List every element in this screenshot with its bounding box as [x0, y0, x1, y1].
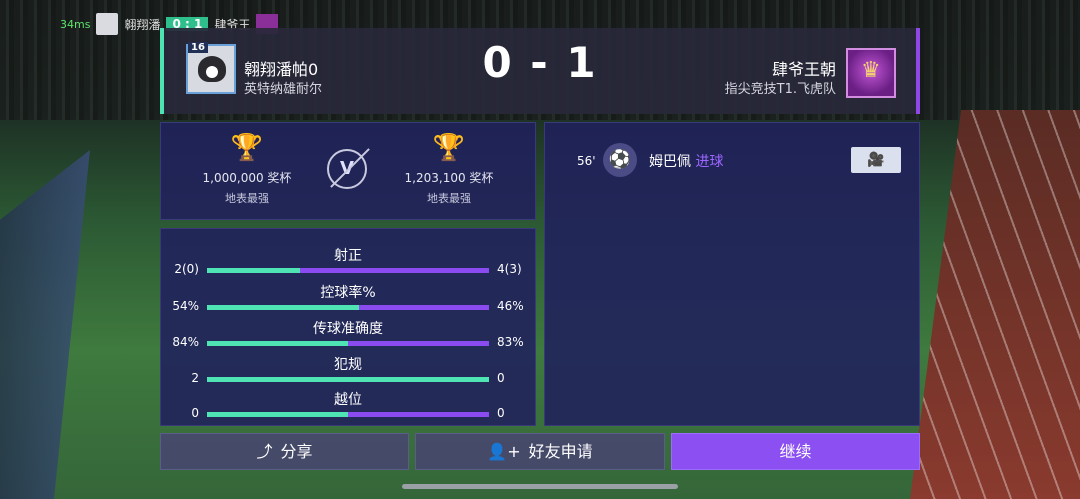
mini-avatar — [96, 13, 119, 35]
away-club-name: 指尖竞技T1.飞虎队 — [724, 82, 836, 97]
add-friend-icon: 👤+ — [487, 442, 521, 461]
stat-bar — [207, 341, 489, 346]
trophy-icon: 🏆 — [432, 133, 466, 163]
stat-bar — [207, 268, 489, 273]
stat-bar-home-fill — [207, 268, 301, 273]
friend-request-button[interactable]: 👤+ 好友申请 — [415, 433, 665, 470]
stat-away-value: 4(3) — [497, 262, 522, 276]
home-trophy: 🏆 1,000,000 奖杯 地表最强 — [167, 133, 327, 206]
stat-home-value: 2(0) — [174, 262, 199, 276]
stat-row-shots-on-target: 射正 2(0) 4(3) — [161, 245, 535, 281]
event-description: 姆巴佩 进球 — [649, 151, 723, 171]
event-minute: 56' — [577, 154, 596, 168]
match-events-panel: 56' ⚽ 姆巴佩 进球 🎥 — [544, 122, 920, 426]
stat-home-value: 84% — [172, 335, 199, 349]
stat-away-value: 83% — [497, 335, 524, 349]
event-type: 进球 — [695, 154, 724, 170]
stat-away-value: 0 — [497, 371, 505, 385]
stat-away-value: 46% — [497, 299, 524, 313]
share-button[interactable]: ⤴ 分享 — [160, 433, 409, 470]
ping-indicator: 34ms — [60, 17, 91, 31]
video-camera-icon: 🎥 — [867, 152, 885, 168]
stat-away-value: 0 — [497, 406, 505, 420]
stat-home-value: 0 — [191, 406, 199, 420]
away-trophy-count: 1,203,100 奖杯 — [404, 171, 494, 185]
trophy-icon: 🏆 — [230, 133, 264, 163]
trophy-comparison-panel: 🏆 1,000,000 奖杯 地表最强 V 🏆 1,203,100 奖杯 地表最… — [160, 122, 536, 220]
stat-label: 越位 — [334, 392, 362, 408]
mini-player-name: 翱翔潘 — [124, 17, 161, 32]
match-result-header: 16 翱翔潘帕0 英特纳雄耐尔 0 - 1 肆爷王朝 指尖竞技T1.飞虎队 — [160, 28, 920, 114]
stat-bar — [207, 412, 489, 417]
stat-home-value: 2 — [191, 371, 199, 385]
home-indicator[interactable] — [402, 484, 678, 489]
stat-row-offsides: 越位 0 0 — [161, 389, 535, 425]
home-league: 地表最强 — [225, 192, 269, 205]
stat-bar-home-fill — [207, 412, 348, 417]
video-replay-button[interactable]: 🎥 — [851, 147, 901, 173]
away-trophy: 🏆 1,203,100 奖杯 地表最强 — [369, 133, 529, 206]
stat-bar — [207, 377, 489, 382]
away-player-name: 肆爷王朝 — [771, 60, 836, 79]
continue-label: 继续 — [779, 442, 812, 461]
stat-label: 射正 — [334, 248, 362, 264]
continue-button[interactable]: 继续 — [671, 433, 920, 470]
stat-label: 控球率% — [320, 285, 376, 301]
stat-row-possession: 控球率% 54% 46% — [161, 282, 535, 318]
share-icon: ⤴ — [256, 442, 273, 461]
away-league: 地表最强 — [427, 192, 471, 205]
stat-row-fouls: 犯规 2 0 — [161, 354, 535, 390]
share-label: 分享 — [280, 442, 313, 461]
friend-request-label: 好友申请 — [528, 442, 593, 461]
event-player-name: 姆巴佩 — [649, 154, 691, 170]
stat-bar — [207, 305, 489, 310]
stat-bar-home-fill — [207, 305, 360, 310]
match-stats-panel: 射正 2(0) 4(3) 控球率% 54% 46% 传球准确度 84% 83% … — [160, 228, 536, 426]
advertising-board — [0, 150, 90, 499]
stat-home-value: 54% — [172, 299, 199, 313]
stat-label: 传球准确度 — [313, 321, 383, 337]
soccer-ball-icon: ⚽ — [603, 143, 637, 177]
stat-bar-home-fill — [207, 341, 348, 346]
versus-icon: V — [327, 149, 367, 189]
stat-label: 犯规 — [334, 357, 362, 373]
stat-row-pass-accuracy: 传球准确度 84% 83% — [161, 318, 535, 354]
home-trophy-count: 1,000,000 奖杯 — [202, 171, 292, 185]
away-club-badge-icon[interactable] — [846, 48, 896, 98]
stat-bar-home-fill — [207, 377, 489, 382]
track-lines — [910, 110, 1080, 499]
